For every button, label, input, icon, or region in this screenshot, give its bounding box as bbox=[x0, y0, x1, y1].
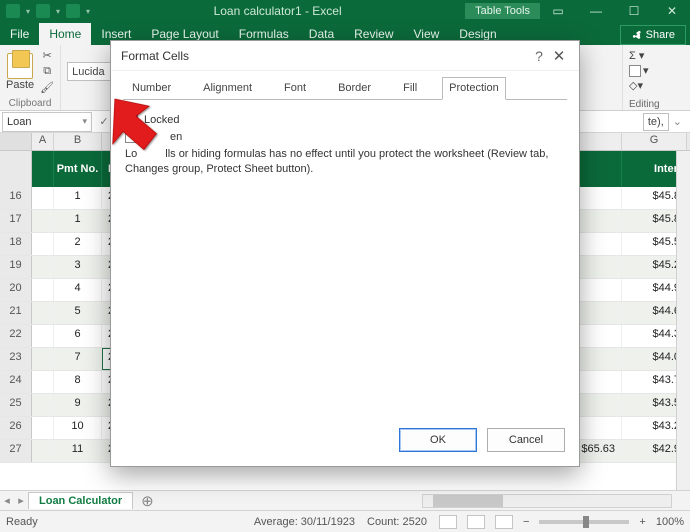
zoom-in-icon[interactable]: + bbox=[639, 516, 645, 528]
checkbox-checked-icon: ✓ bbox=[125, 113, 138, 126]
tab-home[interactable]: Home bbox=[39, 23, 91, 45]
status-ready: Ready bbox=[6, 516, 38, 528]
view-pagelayout-icon[interactable] bbox=[467, 515, 485, 529]
qat-dd-icon[interactable]: ▾ bbox=[86, 7, 90, 16]
new-sheet-icon[interactable]: ⊕ bbox=[133, 492, 162, 510]
name-box[interactable]: Loan ▾ bbox=[2, 112, 92, 132]
vertical-scrollbar[interactable] bbox=[676, 151, 690, 510]
row-header[interactable]: 16 bbox=[0, 187, 32, 209]
copy-icon[interactable]: ⧉ bbox=[40, 65, 54, 79]
zoom-level: 100% bbox=[656, 516, 684, 528]
tab-border[interactable]: Border bbox=[331, 77, 378, 100]
paste-icon bbox=[7, 53, 33, 79]
minimize-icon[interactable]: — bbox=[578, 0, 614, 22]
undo-caret-icon[interactable]: ▾ bbox=[56, 7, 60, 16]
redo-icon[interactable] bbox=[66, 4, 80, 18]
qat-caret-icon[interactable]: ▾ bbox=[26, 7, 30, 16]
dialog-buttons: OK Cancel bbox=[111, 418, 579, 466]
cut-icon[interactable]: ✂ bbox=[40, 49, 54, 63]
formula-snippet: te), bbox=[643, 113, 669, 131]
locked-label: Locked bbox=[144, 114, 179, 126]
sheet-tab-active[interactable]: Loan Calculator bbox=[28, 492, 133, 509]
share-button[interactable]: Share bbox=[620, 25, 686, 45]
ok-button[interactable]: OK bbox=[399, 428, 477, 452]
row-header[interactable]: 17 bbox=[0, 210, 32, 232]
tab-file[interactable]: File bbox=[0, 23, 39, 45]
formula-content-right: te), ⌄ bbox=[643, 113, 690, 131]
view-normal-icon[interactable] bbox=[439, 515, 457, 529]
col-header-g[interactable]: G bbox=[622, 133, 687, 150]
sheet-nav-prev-icon[interactable]: ◂ bbox=[0, 494, 14, 507]
editing-label: Editing bbox=[629, 99, 684, 110]
zoom-out-icon[interactable]: − bbox=[523, 516, 529, 528]
document-title: Loan calculator1 - Excel bbox=[90, 4, 465, 18]
status-average: Average: 30/11/1923 bbox=[254, 516, 355, 528]
cancel-button[interactable]: Cancel bbox=[487, 428, 565, 452]
tab-alignment[interactable]: Alignment bbox=[196, 77, 259, 100]
close-window-icon[interactable]: ✕ bbox=[654, 0, 690, 22]
share-label: Share bbox=[646, 29, 675, 41]
undo-icon[interactable] bbox=[36, 4, 50, 18]
tab-protection[interactable]: Protection bbox=[442, 77, 506, 100]
sheet-nav-next-icon[interactable]: ▸ bbox=[14, 494, 28, 507]
dialog-title-bar[interactable]: Format Cells ? ✕ bbox=[111, 41, 579, 71]
clipboard-group: Paste ✂ ⧉ 🖌 Clipboard bbox=[0, 45, 61, 110]
format-cells-dialog: Format Cells ? ✕ Number Alignment Font B… bbox=[110, 40, 580, 467]
editing-group: Σ ▾ ▾ ◇▾ Editing bbox=[622, 45, 690, 110]
paste-label: Paste bbox=[6, 79, 34, 91]
view-pagebreak-icon[interactable] bbox=[495, 515, 513, 529]
th-pmt-no: Pmt No. bbox=[54, 151, 102, 187]
save-icon[interactable] bbox=[6, 4, 20, 18]
title-bar: ▾ ▾ ▾ Loan calculator1 - Excel Table Too… bbox=[0, 0, 690, 22]
autosum-icon[interactable]: Σ ▾ bbox=[629, 49, 684, 62]
clipboard-label: Clipboard bbox=[6, 96, 54, 110]
fill-icon[interactable]: ▾ bbox=[629, 64, 684, 77]
maximize-icon[interactable]: ☐ bbox=[616, 0, 652, 22]
tab-fill[interactable]: Fill bbox=[396, 77, 424, 100]
dialog-body: ✓ Locked ✓ en Lolls or hiding formulas h… bbox=[111, 101, 579, 418]
hidden-label: en bbox=[170, 131, 182, 143]
name-box-value: Loan bbox=[7, 116, 31, 128]
name-box-dropdown-icon[interactable]: ▾ bbox=[82, 116, 87, 127]
sheet-tab-bar: ◂ ▸ Loan Calculator ⊕ bbox=[0, 490, 690, 510]
tab-number[interactable]: Number bbox=[125, 77, 178, 100]
share-icon bbox=[631, 30, 642, 41]
format-painter-icon[interactable]: 🖌 bbox=[40, 81, 54, 95]
font-name-value: Lucida bbox=[72, 66, 104, 78]
quick-access-toolbar: ▾ ▾ ▾ bbox=[0, 4, 90, 18]
col-header-a[interactable]: A bbox=[32, 133, 54, 150]
dialog-title: Format Cells bbox=[121, 49, 189, 63]
locked-checkbox[interactable]: ✓ Locked bbox=[125, 113, 565, 126]
dialog-help-icon[interactable]: ? bbox=[529, 48, 549, 64]
tab-font[interactable]: Font bbox=[277, 77, 313, 100]
checkbox-empty-icon: ✓ bbox=[125, 130, 138, 143]
protection-note: Lolls or hiding formulas has no effect u… bbox=[125, 147, 565, 177]
dialog-close-icon[interactable]: ✕ bbox=[549, 47, 569, 65]
col-header-b[interactable]: B bbox=[54, 133, 102, 150]
dialog-tabs: Number Alignment Font Border Fill Protec… bbox=[111, 71, 579, 100]
ribbon-display-options-icon[interactable]: ▭ bbox=[540, 0, 576, 22]
formula-expand-icon[interactable]: ⌄ bbox=[673, 115, 682, 128]
horizontal-scrollbar[interactable] bbox=[422, 494, 672, 508]
contextual-tab-label: Table Tools bbox=[465, 3, 540, 19]
paste-button[interactable]: Paste bbox=[6, 53, 34, 91]
status-bar: Ready Average: 30/11/1923 Count: 2520 − … bbox=[0, 510, 690, 532]
hidden-checkbox[interactable]: ✓ en bbox=[125, 130, 565, 143]
status-count: Count: 2520 bbox=[367, 516, 427, 528]
clear-icon[interactable]: ◇▾ bbox=[629, 79, 684, 92]
select-all-corner[interactable] bbox=[0, 133, 32, 150]
zoom-slider[interactable] bbox=[539, 520, 629, 524]
